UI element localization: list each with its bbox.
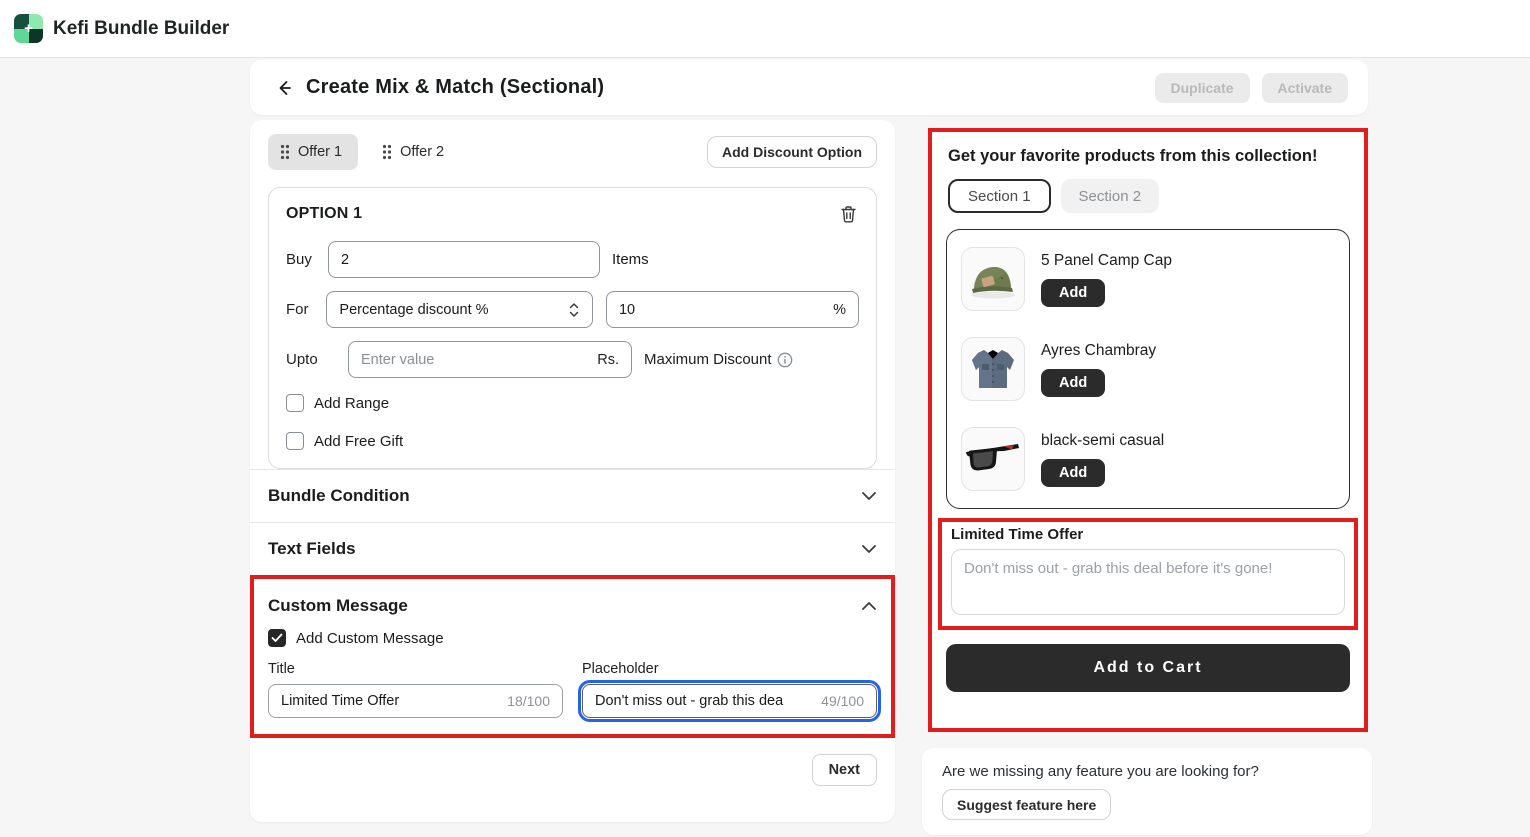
next-button[interactable]: Next bbox=[812, 754, 877, 786]
offer-editor-card: Offer 1 Offer 2 Add Discount Option OPTI… bbox=[250, 120, 895, 822]
offer-message-textarea[interactable] bbox=[951, 549, 1345, 615]
add-free-gift-checkbox[interactable] bbox=[286, 432, 304, 450]
delete-option-button[interactable] bbox=[838, 203, 859, 225]
drag-handle-icon bbox=[280, 144, 290, 160]
tab-offer-2-label: Offer 2 bbox=[400, 144, 444, 160]
add-product-button[interactable]: Add bbox=[1041, 279, 1105, 307]
add-custom-message-checkbox[interactable] bbox=[268, 629, 286, 647]
drag-handle-icon bbox=[382, 144, 392, 160]
suggest-feature-button[interactable]: Suggest feature here bbox=[942, 789, 1111, 820]
section-tabs: Section 1 Section 2 bbox=[948, 179, 1350, 213]
custom-placeholder-field: 49/100 bbox=[582, 684, 877, 718]
add-range-label: Add Range bbox=[314, 395, 389, 412]
info-icon[interactable] bbox=[777, 352, 793, 368]
add-custom-message-row[interactable]: Add Custom Message bbox=[268, 629, 877, 647]
add-custom-message-label: Add Custom Message bbox=[296, 630, 444, 647]
add-product-button[interactable]: Add bbox=[1041, 459, 1105, 487]
add-range-checkbox-row[interactable]: Add Range bbox=[286, 394, 859, 412]
add-product-button[interactable]: Add bbox=[1041, 369, 1105, 397]
placeholder-char-counter: 49/100 bbox=[821, 693, 864, 709]
title-char-counter: 18/100 bbox=[507, 693, 550, 709]
buy-quantity-input[interactable] bbox=[341, 252, 587, 268]
discount-type-select[interactable]: Percentage discount % bbox=[326, 291, 593, 328]
product-row: black-semi casual Add bbox=[947, 414, 1349, 504]
add-range-checkbox[interactable] bbox=[286, 394, 304, 412]
product-row: Ayres Chambray Add bbox=[947, 324, 1349, 414]
app-logo-icon: + bbox=[14, 14, 43, 43]
product-image-sunglasses bbox=[961, 427, 1025, 491]
buy-label: Buy bbox=[286, 251, 328, 268]
custom-message-annotation-box: Custom Message Add Custom Message Title … bbox=[250, 575, 895, 738]
duplicate-button[interactable]: Duplicate bbox=[1155, 73, 1250, 103]
percent-suffix: % bbox=[833, 302, 846, 318]
section-custom-message[interactable]: Custom Message bbox=[268, 591, 877, 621]
text-fields-title: Text Fields bbox=[268, 539, 356, 559]
feedback-card: Are we missing any feature you are looki… bbox=[922, 748, 1372, 835]
custom-placeholder-input[interactable] bbox=[595, 693, 813, 709]
section-bundle-condition[interactable]: Bundle Condition bbox=[250, 469, 895, 522]
custom-title-field: 18/100 bbox=[268, 684, 563, 718]
product-name: 5 Panel Camp Cap bbox=[1041, 252, 1172, 270]
for-label: For bbox=[286, 301, 326, 318]
max-discount-input[interactable] bbox=[361, 352, 589, 368]
option-1-title: OPTION 1 bbox=[286, 205, 362, 223]
chevron-up-icon bbox=[861, 601, 877, 611]
custom-message-title: Custom Message bbox=[268, 596, 408, 616]
add-discount-option-button[interactable]: Add Discount Option bbox=[707, 136, 877, 168]
feedback-question: Are we missing any feature you are looki… bbox=[942, 763, 1352, 780]
currency-suffix: Rs. bbox=[597, 352, 619, 368]
select-stepper-icon bbox=[568, 301, 580, 319]
tab-offer-1[interactable]: Offer 1 bbox=[268, 134, 358, 170]
items-label: Items bbox=[612, 251, 649, 268]
products-list: 5 Panel Camp Cap Add Ayres Chambray Add bbox=[946, 229, 1350, 509]
app-title: Kefi Bundle Builder bbox=[53, 18, 229, 40]
activate-button[interactable]: Activate bbox=[1262, 73, 1348, 103]
top-bar: + Kefi Bundle Builder bbox=[0, 0, 1530, 58]
preview-annotation-box: Get your favorite products from this col… bbox=[928, 128, 1368, 732]
bundle-condition-title: Bundle Condition bbox=[268, 486, 410, 506]
title-field-label: Title bbox=[268, 661, 563, 677]
page-header: Create Mix & Match (Sectional) Duplicate… bbox=[250, 60, 1368, 115]
product-image-camp-cap bbox=[961, 247, 1025, 311]
trash-icon bbox=[840, 205, 857, 223]
for-row: For Percentage discount % % bbox=[286, 291, 859, 328]
product-name: black-semi casual bbox=[1041, 432, 1164, 450]
tab-section-2[interactable]: Section 2 bbox=[1061, 179, 1160, 213]
upto-row: Upto Rs. Maximum Discount bbox=[286, 341, 859, 378]
discount-value-field: % bbox=[606, 291, 859, 328]
add-free-gift-label: Add Free Gift bbox=[314, 433, 403, 450]
section-text-fields[interactable]: Text Fields bbox=[250, 522, 895, 575]
checkmark-icon bbox=[271, 633, 283, 643]
buy-row: Buy Items bbox=[286, 241, 859, 278]
page-title: Create Mix & Match (Sectional) bbox=[306, 76, 604, 99]
maximum-discount-label: Maximum Discount bbox=[644, 351, 793, 368]
custom-title-input[interactable] bbox=[281, 693, 499, 709]
discount-value-input[interactable] bbox=[619, 302, 825, 318]
chevron-down-icon bbox=[861, 544, 877, 554]
offer-message-label: Limited Time Offer bbox=[951, 526, 1345, 543]
product-name: Ayres Chambray bbox=[1041, 342, 1156, 360]
tab-offer-2[interactable]: Offer 2 bbox=[370, 134, 460, 170]
discount-type-selected: Percentage discount % bbox=[339, 302, 488, 318]
upto-label: Upto bbox=[286, 351, 338, 368]
chevron-down-icon bbox=[861, 491, 877, 501]
product-image-chambray-shirt bbox=[961, 337, 1025, 401]
preview-heading: Get your favorite products from this col… bbox=[948, 147, 1350, 166]
tab-section-1[interactable]: Section 1 bbox=[948, 179, 1051, 213]
tab-offer-1-label: Offer 1 bbox=[298, 144, 342, 160]
offer-tabs: Offer 1 Offer 2 Add Discount Option bbox=[268, 134, 877, 170]
add-to-cart-button[interactable]: Add to Cart bbox=[946, 644, 1350, 692]
placeholder-field-label: Placeholder bbox=[582, 661, 877, 677]
buy-quantity-field bbox=[328, 241, 600, 278]
add-free-gift-checkbox-row[interactable]: Add Free Gift bbox=[286, 432, 859, 450]
product-row: 5 Panel Camp Cap Add bbox=[947, 234, 1349, 324]
back-arrow-icon[interactable] bbox=[270, 74, 298, 102]
offer-message-annotation-box: Limited Time Offer bbox=[938, 518, 1358, 630]
option-1-card: OPTION 1 Buy Items For Percentage discou… bbox=[268, 187, 877, 469]
max-discount-field: Rs. bbox=[348, 341, 632, 378]
